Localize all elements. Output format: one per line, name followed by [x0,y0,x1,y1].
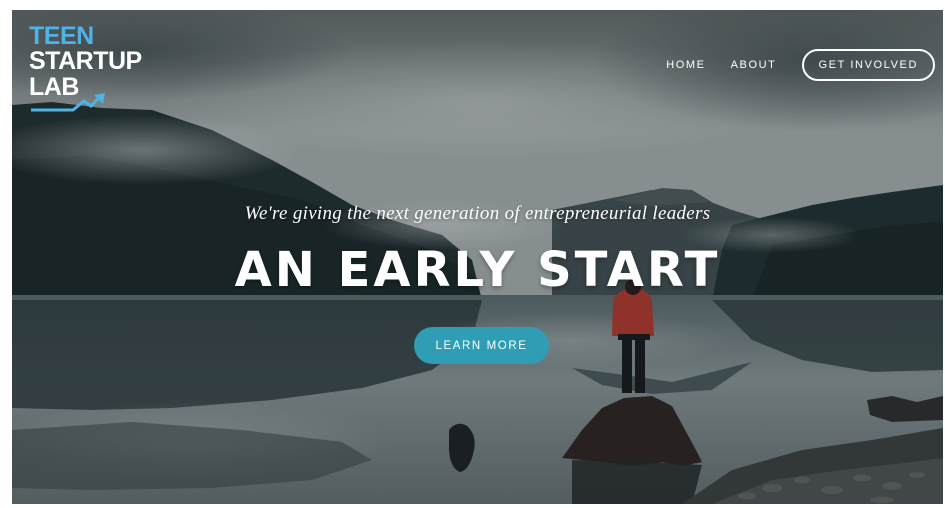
get-involved-button[interactable]: GET INVOLVED [801,49,935,81]
teen-startup-lab-logo[interactable]: TEEN STARTUP LAB [29,22,142,112]
hero-headline: AN EARLY START [234,242,721,298]
hero-tagline: We're giving the next generation of entr… [244,203,711,224]
main-navigation: HOME ABOUT GET INVOLVED [666,48,935,82]
nav-about-link[interactable]: ABOUT [731,59,777,71]
nav-home-link[interactable]: HOME [666,59,705,71]
learn-more-button[interactable]: LEARN MORE [414,327,549,364]
trending-up-arrow-icon [31,93,105,112]
hero-section: TEEN STARTUP LAB HOME ABOUT GET INVOLVED… [12,10,943,504]
logo-text-teen: TEEN [29,22,94,50]
logo-text-startup: STARTUP [29,47,142,75]
